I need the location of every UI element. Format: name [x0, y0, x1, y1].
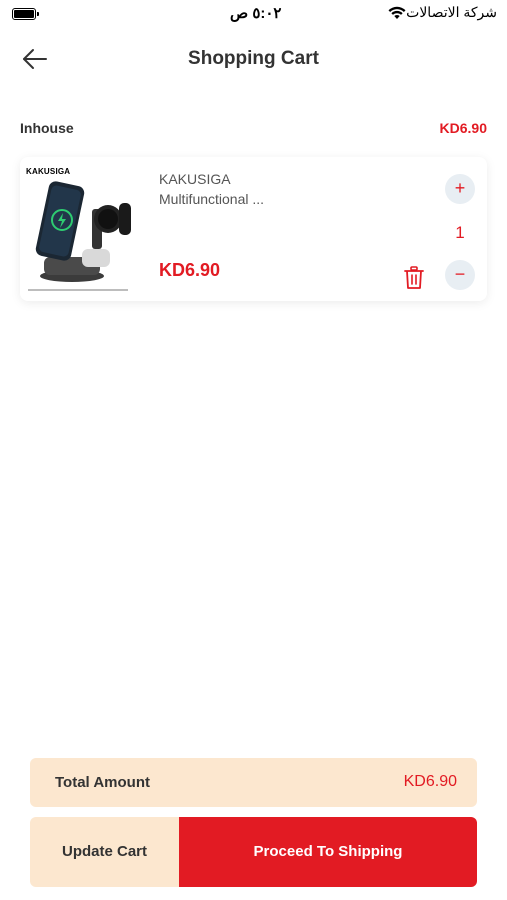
product-image-brand: KAKUSIGA: [26, 167, 71, 176]
total-amount-bar: Total Amount KD6.90: [30, 758, 477, 807]
cart-item-card: KAKUSIGA KAKUSIGA Multifunctional ... KD…: [20, 157, 487, 301]
decrease-quantity-button[interactable]: −: [445, 260, 475, 290]
charger-illustration: [28, 181, 131, 291]
page-title: Shopping Cart: [188, 48, 319, 69]
cart-actions: Update Cart Proceed To Shipping: [30, 817, 477, 887]
battery-icon: [12, 8, 39, 20]
product-image[interactable]: KAKUSIGA: [24, 165, 148, 293]
carrier-name: شركة الاتصالات: [406, 4, 497, 20]
increase-quantity-button[interactable]: +: [445, 174, 475, 204]
status-time: ٥:٠٢ ص: [230, 5, 282, 22]
seller-name: Inhouse: [20, 120, 74, 136]
product-price: KD6.90: [159, 260, 221, 280]
wifi-icon: [388, 6, 406, 19]
seller-total: KD6.90: [439, 120, 487, 136]
trash-icon[interactable]: [404, 266, 424, 290]
product-name[interactable]: KAKUSIGA Multifunctional ...: [159, 169, 309, 209]
update-cart-button[interactable]: Update Cart: [30, 817, 179, 887]
total-amount-label: Total Amount: [55, 774, 150, 791]
quantity-value: 1: [455, 223, 465, 242]
status-bar: ٥:٠٢ ص شركة الاتصالات: [0, 0, 507, 32]
total-amount-value: KD6.90: [403, 773, 457, 790]
proceed-to-shipping-button[interactable]: Proceed To Shipping: [179, 817, 477, 887]
